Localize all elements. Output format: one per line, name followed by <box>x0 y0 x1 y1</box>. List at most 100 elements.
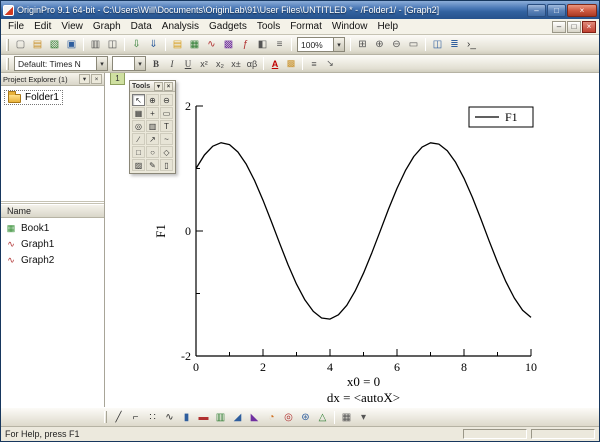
menu-gadgets[interactable]: Gadgets <box>204 20 252 33</box>
import-single-ascii-icon[interactable]: ⇓ <box>146 37 162 53</box>
arrow-annotation-icon[interactable]: ↘ <box>323 56 338 71</box>
print-icon[interactable]: ▥ <box>88 37 104 53</box>
project-explorer-toggle-icon[interactable]: ◫ <box>430 37 446 53</box>
bold-icon[interactable]: B <box>149 56 164 71</box>
stacked-column-plot-icon[interactable]: ▥ <box>213 409 229 425</box>
menu-edit[interactable]: Edit <box>29 20 56 33</box>
chevron-down-icon[interactable]: ▾ <box>96 57 107 70</box>
pe-close-button[interactable]: × <box>91 74 102 84</box>
folder-item-folder1[interactable]: Folder1 <box>4 90 63 105</box>
italic-icon[interactable]: I <box>165 56 180 71</box>
toolbar-grip[interactable] <box>104 411 107 423</box>
font-color-icon[interactable]: A <box>268 56 283 71</box>
bar-plot-icon[interactable]: ▬ <box>196 409 212 425</box>
move-data-tool-button[interactable]: + <box>146 107 159 119</box>
area-plot-icon[interactable]: ◢ <box>230 409 246 425</box>
tools-menu-button[interactable]: ▾ <box>154 81 163 91</box>
tools-palette-titlebar[interactable]: Tools ▾ × <box>130 81 175 92</box>
column-plot-icon[interactable]: ▮ <box>179 409 195 425</box>
menu-help[interactable]: Help <box>372 20 403 33</box>
font-combo[interactable]: Default: Times N ▾ <box>14 56 108 71</box>
greek-icon[interactable]: αβ <box>245 56 260 71</box>
whole-page-icon[interactable]: ▭ <box>406 37 422 53</box>
maximize-button[interactable]: □ <box>547 3 566 17</box>
project-item-graph1[interactable]: ∿ Graph1 <box>1 236 104 252</box>
scatter-plot-icon[interactable]: ∷ <box>145 409 161 425</box>
child-minimize-button[interactable]: – <box>552 20 566 33</box>
polar-plot-icon[interactable]: ⊛ <box>298 409 314 425</box>
scale-in-tool-button[interactable]: ▭ <box>160 107 173 119</box>
super-subscript-icon[interactable]: x± <box>229 56 244 71</box>
chevron-down-icon[interactable]: ▾ <box>333 38 344 51</box>
screen-reader-tool-button[interactable]: ◎ <box>132 120 145 132</box>
menu-file[interactable]: File <box>3 20 29 33</box>
rescale-icon[interactable]: ⊞ <box>355 37 371 53</box>
graph-window-tab[interactable]: 1 <box>110 73 125 85</box>
chevron-down-icon[interactable]: ▾ <box>134 57 145 70</box>
new-folder-icon[interactable]: ▤ <box>170 37 186 53</box>
rectangle-tool-tool-button[interactable]: □ <box>132 146 145 158</box>
menu-view[interactable]: View <box>56 20 88 33</box>
menu-data[interactable]: Data <box>126 20 157 33</box>
toolbar-grip[interactable] <box>6 38 9 51</box>
region-tool-tool-button[interactable]: ▨ <box>132 159 145 171</box>
curve-f1[interactable] <box>195 142 532 320</box>
zoom-in-icon[interactable]: ⊕ <box>372 37 388 53</box>
project-item-book1[interactable]: ▦ Book1 <box>1 220 104 236</box>
print-preview-icon[interactable]: ◫ <box>105 37 121 53</box>
zoom-in-tool-tool-button[interactable]: ⊕ <box>146 94 159 106</box>
new-layout-icon[interactable]: ◧ <box>255 37 271 53</box>
underline-icon[interactable]: U <box>181 56 196 71</box>
command-window-icon[interactable]: ›_ <box>464 37 480 53</box>
results-log-icon[interactable]: ≣ <box>447 37 463 53</box>
open-excel-icon[interactable]: ▧ <box>47 37 63 53</box>
line-symbol-plot-icon[interactable]: ∿ <box>162 409 178 425</box>
new-notes-icon[interactable]: ≡ <box>272 37 288 53</box>
project-item-graph2[interactable]: ∿ Graph2 <box>1 252 104 268</box>
curve-tool-tool-button[interactable]: ~ <box>160 133 173 145</box>
doughnut-chart-icon[interactable]: ◎ <box>281 409 297 425</box>
save-project-icon[interactable]: ▣ <box>64 37 80 53</box>
fill-color-icon[interactable]: ▩ <box>284 56 299 71</box>
arrow-tool-tool-button[interactable]: ↗ <box>146 133 159 145</box>
child-close-button[interactable]: × <box>582 20 596 33</box>
align-left-icon[interactable]: ≡ <box>307 56 322 71</box>
menu-tools[interactable]: Tools <box>252 20 285 33</box>
tools-close-button[interactable]: × <box>164 81 173 91</box>
new-function-plot-icon[interactable]: ƒ <box>238 37 254 53</box>
menu-window[interactable]: Window <box>327 20 373 33</box>
template-library-icon[interactable]: ▦ <box>339 409 355 425</box>
menu-format[interactable]: Format <box>285 20 327 33</box>
pe-menu-button[interactable]: ▾ <box>79 74 90 84</box>
horizontal-step-plot-icon[interactable]: ⌐ <box>128 409 144 425</box>
line-plot-icon[interactable]: ╱ <box>111 409 127 425</box>
import-wizard-icon[interactable]: ⇩ <box>129 37 145 53</box>
menu-graph[interactable]: Graph <box>88 20 126 33</box>
pointer-tool-button[interactable]: ↖ <box>132 94 145 106</box>
pie-chart-icon[interactable]: ◔ <box>264 409 280 425</box>
superscript-icon[interactable]: x² <box>197 56 212 71</box>
new-workbook-icon[interactable]: ▦ <box>187 37 203 53</box>
circle-tool-tool-button[interactable]: ○ <box>146 146 159 158</box>
mask-range-tool-button[interactable]: ▦ <box>132 107 145 119</box>
more-plot-types-icon[interactable]: ▾ <box>356 409 372 425</box>
fill-area-plot-icon[interactable]: ◣ <box>247 409 263 425</box>
new-project-icon[interactable]: ▢ <box>13 37 29 53</box>
name-column-header[interactable]: Name <box>1 204 104 218</box>
zoom-out-tool-tool-button[interactable]: ⊖ <box>160 94 173 106</box>
close-button[interactable]: × <box>567 3 597 17</box>
new-matrix-icon[interactable]: ▩ <box>221 37 237 53</box>
text-tool-tool-button[interactable]: T <box>160 120 173 132</box>
ternary-plot-icon[interactable]: △ <box>315 409 331 425</box>
toolbar-grip[interactable] <box>6 57 9 70</box>
eraser-tool-tool-button[interactable]: ▯ <box>160 159 173 171</box>
data-reader-tool-button[interactable]: ▥ <box>146 120 159 132</box>
open-icon[interactable]: ▤ <box>30 37 46 53</box>
zoom-out-icon[interactable]: ⊖ <box>389 37 405 53</box>
new-graph-icon[interactable]: ∿ <box>204 37 220 53</box>
minimize-button[interactable]: – <box>527 3 546 17</box>
menu-analysis[interactable]: Analysis <box>157 20 204 33</box>
subscript-icon[interactable]: x₂ <box>213 56 228 71</box>
line-tool-tool-button[interactable]: ∕ <box>132 133 145 145</box>
zoom-combo[interactable]: 100% ▾ <box>297 37 345 52</box>
